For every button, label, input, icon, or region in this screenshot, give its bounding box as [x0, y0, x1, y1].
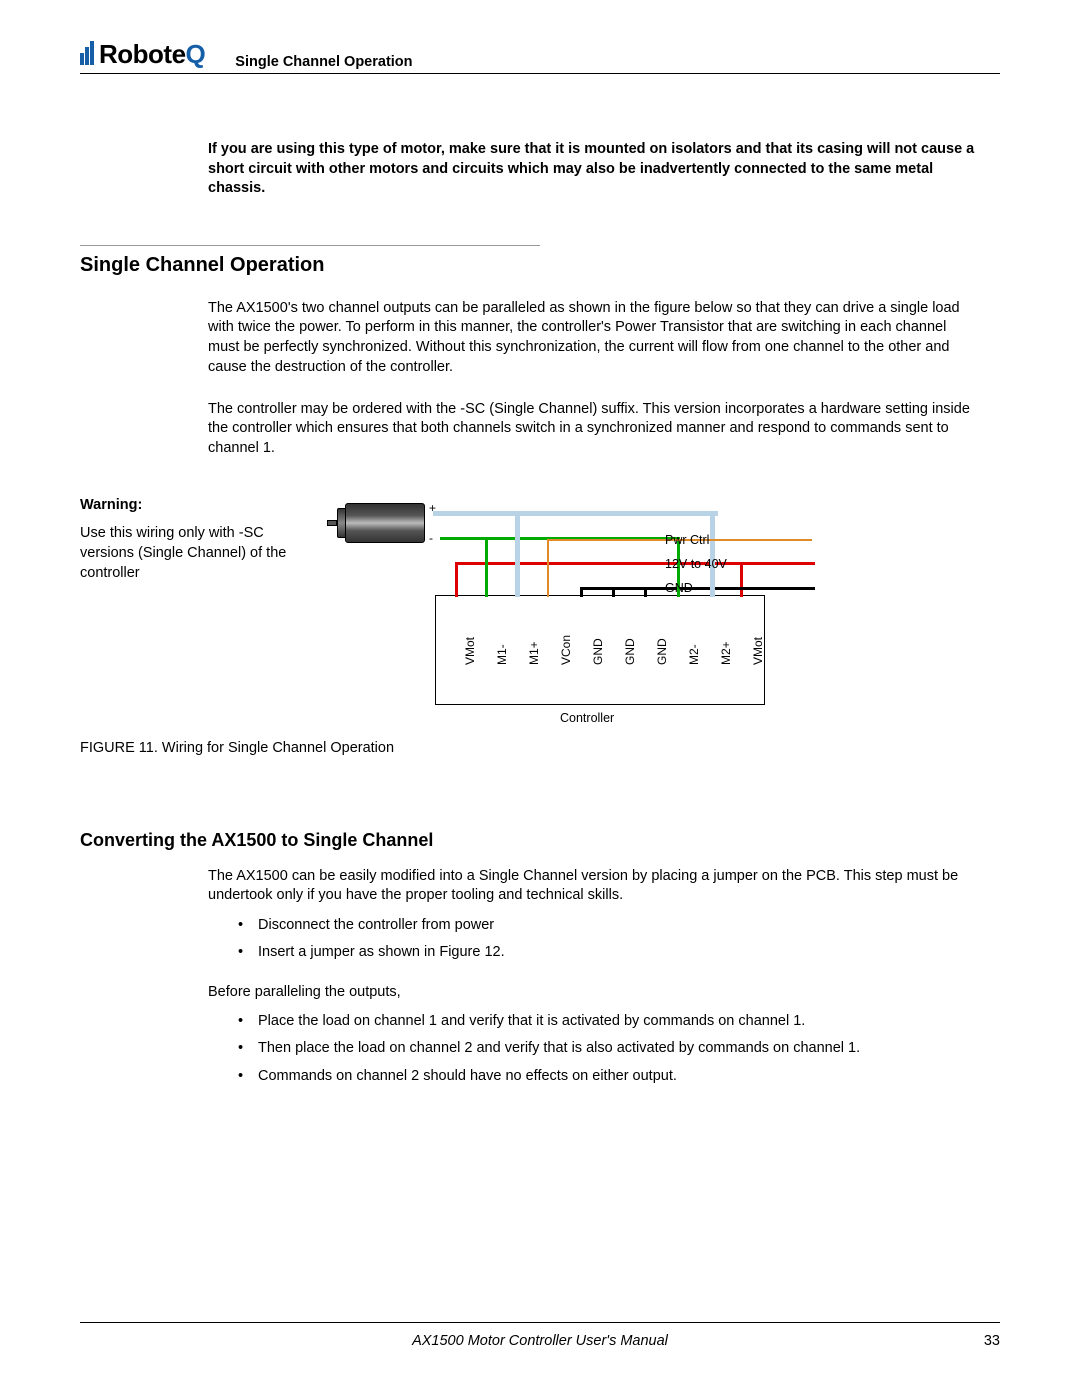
- term-0: VMot: [463, 637, 477, 665]
- logo: RoboteQ: [80, 39, 205, 70]
- term-1: M1-: [495, 644, 509, 665]
- motor-shaft-icon: [327, 520, 337, 526]
- wire-gnd: [580, 587, 815, 590]
- section2-p1: The AX1500 can be easily modified into a…: [208, 867, 980, 906]
- section2-p2: Before paralleling the outputs,: [208, 983, 980, 1003]
- wire-gnd-v3: [644, 587, 647, 597]
- figure-caption: FIGURE 11. Wiring for Single Channel Ope…: [80, 740, 1000, 756]
- section-title-single-channel: Single Channel Operation: [80, 254, 1000, 277]
- content: If you are using this type of motor, mak…: [80, 74, 1000, 1088]
- wire-vcon-v: [547, 539, 549, 597]
- list-item: Disconnect the controller from power: [238, 914, 980, 937]
- list-item: Then place the load on channel 2 and ver…: [238, 1037, 980, 1060]
- footer-title: AX1500 Motor Controller User's Manual: [412, 1333, 668, 1349]
- wire-vmot: [455, 562, 815, 565]
- term-5: GND: [623, 638, 637, 665]
- section2-list1: Disconnect the controller from power Ins…: [238, 914, 980, 964]
- term-7: M2-: [687, 644, 701, 665]
- header-section-title: Single Channel Operation: [235, 54, 412, 70]
- wire-gnd-v2: [612, 587, 615, 597]
- footer: AX1500 Motor Controller User's Manual 33: [80, 1322, 1000, 1349]
- footer-rule: [80, 1322, 1000, 1323]
- page: RoboteQ Single Channel Operation If you …: [0, 0, 1080, 1397]
- wire-vmot-v1: [455, 562, 458, 597]
- motor-minus-label: -: [429, 531, 433, 545]
- side-label-gnd: GND: [665, 581, 693, 595]
- term-3: VCon: [559, 635, 573, 665]
- wire-mplus-h: [433, 511, 718, 516]
- term-8: M2+: [719, 641, 733, 665]
- wire-m1plus: [515, 511, 520, 597]
- warning-block: Warning: Use this wiring only with -SC v…: [80, 495, 305, 730]
- logo-name: Robote: [99, 39, 186, 69]
- logo-text: RoboteQ: [99, 39, 205, 70]
- warning-and-diagram: Warning: Use this wiring only with -SC v…: [80, 495, 1000, 730]
- logo-bars-icon: [80, 41, 95, 70]
- section2-list2: Place the load on channel 1 and verify t…: [238, 1010, 980, 1088]
- term-4: GND: [591, 638, 605, 665]
- section-divider: [80, 245, 540, 246]
- warning-body: Use this wiring only with -SC versions (…: [80, 523, 305, 583]
- term-2: M1+: [527, 641, 541, 665]
- wire-vmot-v2: [740, 562, 743, 597]
- wiring-diagram: + - Controller: [315, 495, 895, 730]
- wire-m2plus: [710, 511, 715, 597]
- motor-body-icon: [345, 503, 425, 543]
- list-item: Place the load on channel 1 and verify t…: [238, 1010, 980, 1033]
- logo-accent: Q: [186, 39, 206, 69]
- intro-warning-text: If you are using this type of motor, mak…: [208, 140, 980, 199]
- section-title-converting: Converting the AX1500 to Single Channel: [80, 830, 1000, 851]
- wire-gnd-v1: [580, 587, 583, 597]
- section1-p2: The controller may be ordered with the -…: [208, 400, 980, 459]
- warning-label: Warning:: [80, 495, 305, 515]
- term-9: VMot: [751, 637, 765, 665]
- footer-page-number: 33: [984, 1333, 1000, 1349]
- wire-mminus-ep: [440, 537, 443, 540]
- controller-label: Controller: [560, 711, 614, 725]
- side-label-volt: 12V to 40V: [665, 557, 727, 571]
- header: RoboteQ Single Channel Operation: [80, 44, 1000, 70]
- wire-m1minus: [485, 537, 488, 597]
- section1-p1: The AX1500's two channel outputs can be …: [208, 299, 980, 378]
- list-item: Insert a jumper as shown in Figure 12.: [238, 941, 980, 964]
- list-item: Commands on channel 2 should have no eff…: [238, 1065, 980, 1088]
- term-6: GND: [655, 638, 669, 665]
- side-label-pwr: Pwr Ctrl: [665, 533, 709, 547]
